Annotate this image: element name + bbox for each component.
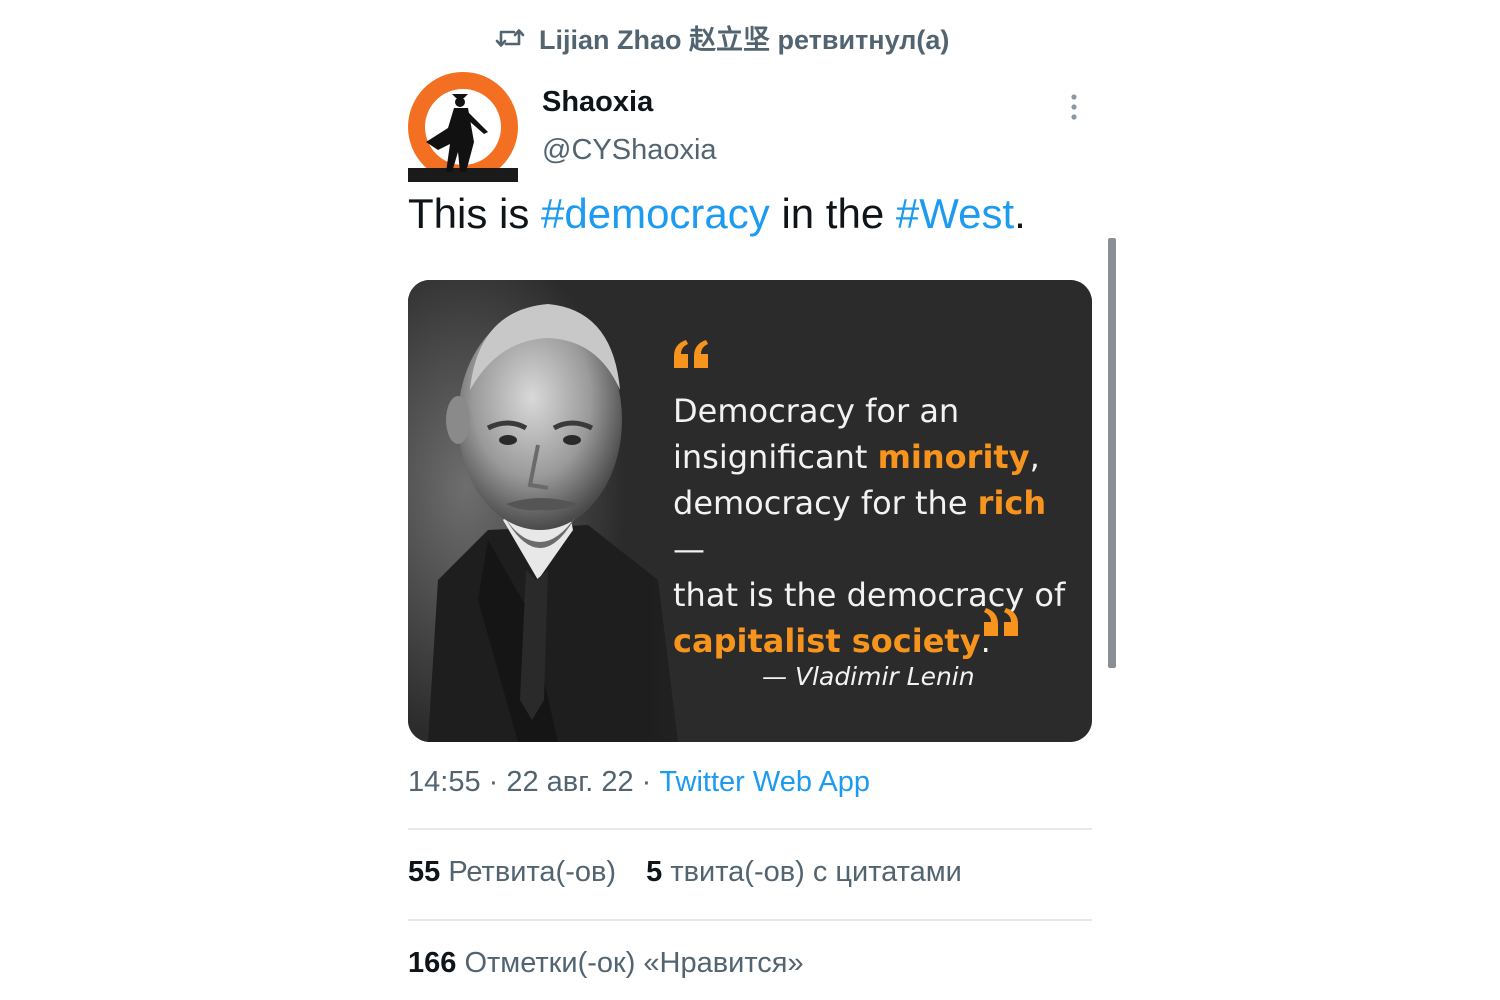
tweet-text-part: This is <box>408 190 542 237</box>
quote-line: capitalist society. <box>673 618 1083 664</box>
quote-line: democracy for the rich — <box>673 480 1083 572</box>
retweeted-by-label[interactable]: Lijian Zhao 赵立坚 ретвитнул(а) <box>539 18 949 57</box>
author-name[interactable]: Shaoxia <box>542 86 653 119</box>
tweet-detail-view: Lijian Zhao 赵立坚 ретвитнул(а) Shaoxia @CY… <box>0 0 1500 1000</box>
quote-fragment: democracy for the <box>673 484 978 522</box>
quote-text: Democracy for an insignificant minority,… <box>673 388 1083 664</box>
likes-stats-row: 166 Отметки(-ок) «Нравится» <box>408 947 826 980</box>
tweet-media-image[interactable]: Democracy for an insignificant minority,… <box>408 280 1092 742</box>
quote-line: insignificant minority, <box>673 434 1083 480</box>
hashtag-west[interactable]: #West <box>896 190 1014 237</box>
tweet-text: This is #democracy in the #West. <box>408 190 1026 238</box>
likes-label: Отметки(-ок) «Нравится» <box>464 947 804 979</box>
quote-fragment: insignificant <box>673 438 878 476</box>
meta-separator: · <box>480 766 507 798</box>
silhouette-avatar-icon <box>408 72 518 182</box>
quote-highlight: rich <box>977 484 1047 522</box>
tweet-text-part: in the <box>769 190 896 237</box>
likes-count: 166 <box>408 947 457 979</box>
quote-tweets-stat[interactable]: 5 твита(-ов) с цитатами <box>646 856 962 889</box>
close-quote-icon <box>980 606 1020 643</box>
tweet-time[interactable]: 14:55 <box>408 766 481 798</box>
quote-highlight: capitalist society <box>673 622 981 660</box>
quotes-count: 5 <box>646 856 663 888</box>
tweet-author-header: Shaoxia @CYShaoxia <box>408 72 1092 184</box>
quote-attribution: — Vladimir Lenin <box>762 662 975 691</box>
open-quote-icon <box>672 338 712 375</box>
meta-separator: · <box>633 766 660 798</box>
divider <box>408 828 1092 830</box>
quotes-label: твита(-ов) с цитатами <box>670 856 962 888</box>
scrollbar[interactable] <box>1108 238 1116 668</box>
tweet-date[interactable]: 22 авг. 22 <box>506 766 633 798</box>
retweets-count: 55 <box>408 856 441 888</box>
retweets-label: Ретвита(-ов) <box>448 856 617 888</box>
divider <box>408 919 1092 921</box>
hashtag-democracy[interactable]: #democracy <box>541 190 770 237</box>
author-handle[interactable]: @CYShaoxia <box>542 134 717 167</box>
quote-fragment: — <box>673 530 705 568</box>
quote-highlight: minority <box>877 438 1030 476</box>
quote-line: that is the democracy of <box>673 572 1083 618</box>
quote-line: Democracy for an <box>673 388 1083 434</box>
quote-fragment: Democracy for an <box>673 392 960 430</box>
retweets-stat[interactable]: 55 Ретвита(-ов) <box>408 856 616 889</box>
likes-stat[interactable]: 166 Отметки(-ок) «Нравится» <box>408 947 804 980</box>
retweeted-by-row[interactable]: Lijian Zhao 赵立坚 ретвитнул(а) <box>495 18 949 57</box>
tweet-meta-row: 14:55 · 22 авг. 22 · Twitter Web App <box>408 766 870 799</box>
retweet-icon <box>495 25 525 51</box>
more-options-icon[interactable] <box>1064 92 1084 122</box>
quote-fragment: , <box>1029 438 1040 476</box>
author-avatar[interactable] <box>408 72 518 182</box>
tweet-source-link[interactable]: Twitter Web App <box>659 766 870 798</box>
tweet-text-part: . <box>1014 190 1026 237</box>
retweet-stats-row: 55 Ретвита(-ов) 5 твита(-ов) с цитатами <box>408 856 984 889</box>
